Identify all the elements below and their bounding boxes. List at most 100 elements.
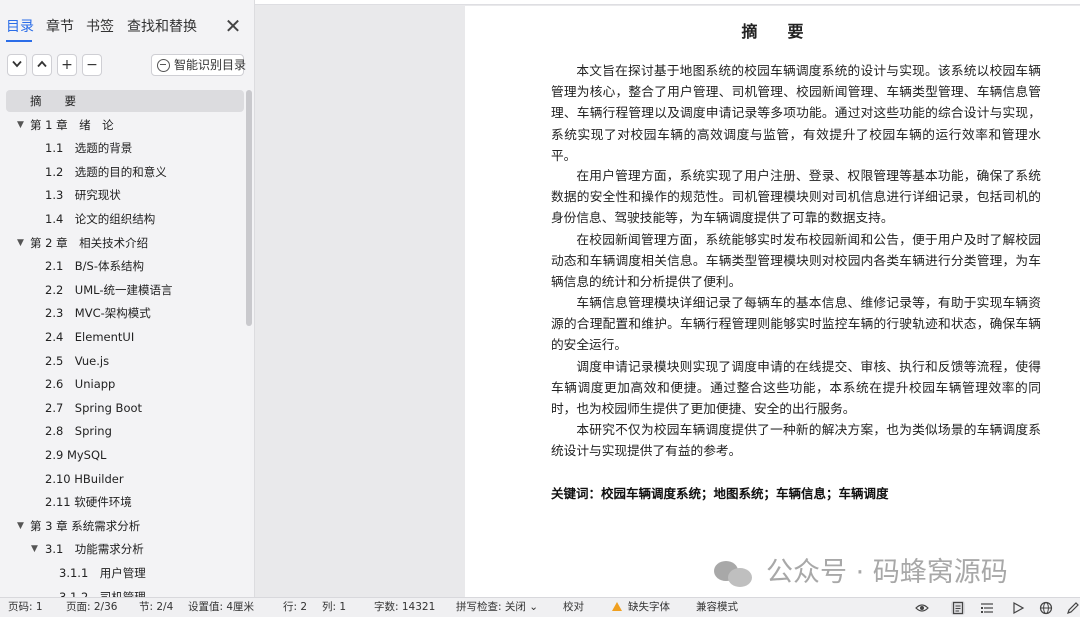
toc-item[interactable]: ▼ 第 1 章 绪 论: [0, 114, 245, 136]
status-word-count[interactable]: 字数: 14321: [374, 598, 435, 617]
status-missing-font[interactable]: 缺失字体: [612, 598, 670, 617]
toc-item-label: 1.3 研究现状: [45, 188, 121, 203]
chevron-down-icon: ⌄: [529, 601, 539, 613]
toc-item-label: 2.10 HBuilder: [45, 471, 124, 486]
toc-item-label: 摘 要: [30, 94, 76, 108]
toc-item[interactable]: 3.1.2 司机管理: [0, 586, 245, 597]
toc-item[interactable]: ▼ 3.1 功能需求分析: [0, 538, 245, 560]
toc-item-label: 3.1.1 用户管理: [59, 566, 146, 580]
nav-tabs: 目录 章节 书签 查找和替换: [0, 14, 254, 42]
toc-item[interactable]: 3.1.1 用户管理: [0, 562, 245, 584]
toc-item-label: 2.7 Spring Boot: [45, 400, 143, 415]
toc-item[interactable]: 2.6 Uniapp: [0, 373, 245, 395]
toc-item[interactable]: ▼ 第 2 章 相关技术介绍: [0, 232, 245, 254]
abstract-paragraph-3: 在校园新闻管理方面，系统能够实时发布校园新闻和公告，便于用户及时了解校园动态和车…: [551, 232, 1041, 290]
toc-item-label: 2.4 ElementUI: [45, 330, 135, 344]
toc-item[interactable]: 2.5 Vue.js: [0, 350, 245, 372]
toc-item-label: 2.3 MVC-架构模式: [45, 306, 151, 321]
close-pane-icon[interactable]: ✕: [222, 13, 244, 39]
toc-item-label: 2.1 B/S-体系结构: [45, 259, 145, 274]
toc-item[interactable]: 2.11 软硬件环境: [0, 491, 245, 513]
tab-bookmarks[interactable]: 书签: [86, 14, 114, 40]
toc-item-label: 3.1.2 司机管理: [59, 589, 146, 597]
toc-item-label: 1.2 选题的目的和意义: [45, 164, 167, 179]
toc-item[interactable]: 摘 要: [6, 90, 244, 112]
expand-all-button[interactable]: [7, 54, 27, 76]
toc-item[interactable]: 1.4 论文的组织结构: [0, 208, 245, 230]
play-icon[interactable]: [1011, 601, 1025, 615]
status-bar: 页码: 1 页面: 2/36 节: 2/4 设置值: 4厘米 行: 2 列: 1…: [0, 597, 1080, 617]
outline-view-icon[interactable]: [980, 601, 994, 615]
toc-item-label: 2.2 UML-统一建模语言: [45, 282, 173, 297]
globe-icon[interactable]: [1039, 601, 1053, 615]
abstract-paragraph-4: 车辆信息管理模块详细记录了每辆车的基本信息、维修记录等，有助于实现车辆资源的合理…: [551, 295, 1041, 353]
toc-toolbar: + − 智能识别目录: [0, 54, 254, 78]
status-compat-mode: 兼容模式: [696, 601, 738, 613]
status-col: 列: 1: [322, 601, 347, 613]
toc-item[interactable]: 2.3 MVC-架构模式: [0, 302, 245, 324]
toc-item-label: 2.5 Vue.js: [45, 353, 110, 368]
smart-toc-label: 智能识别目录: [174, 58, 247, 72]
page-view-icon[interactable]: [951, 601, 965, 615]
pen-icon[interactable]: [1066, 601, 1080, 615]
add-heading-button[interactable]: +: [57, 54, 77, 76]
wechat-icon: [714, 559, 754, 587]
chevron-down-icon: [12, 60, 22, 68]
toc-item-label: 2.6 Uniapp: [45, 377, 116, 392]
status-proofread[interactable]: 校对: [563, 598, 584, 617]
toc-item[interactable]: 2.10 HBuilder: [0, 468, 245, 490]
toc-item[interactable]: ▼ 第 3 章 系统需求分析: [0, 515, 245, 537]
expand-arrow-icon[interactable]: ▼: [17, 114, 24, 136]
remove-heading-button[interactable]: −: [82, 54, 102, 76]
status-row: 行: 2: [283, 601, 308, 613]
toc-scrollbar[interactable]: [246, 90, 252, 326]
document-page[interactable]: 摘要 本文旨在探讨基于地图系统的校园车辆调度系统的设计与实现。该系统以校园车辆管…: [465, 6, 1080, 597]
toc-tree: 摘 要 ▼ 第 1 章 绪 论 1.1 选题的背景 1.2 选题的目的和意义 1.3 研究…: [0, 90, 254, 597]
toc-item-label: 第 3 章 系统需求分析: [30, 518, 141, 533]
toc-item-label: 2.9 MySQL: [45, 448, 107, 462]
toc-item[interactable]: 1.2 选题的目的和意义: [0, 161, 245, 183]
toc-item-label: 3.1 功能需求分析: [45, 542, 144, 557]
active-tab-indicator: [6, 40, 32, 42]
abstract-paragraph-2: 在用户管理方面，系统实现了用户注册、登录、权限管理等基本功能，确保了系统数据的安…: [551, 168, 1041, 226]
toc-item-label: 1.4 论文的组织结构: [45, 212, 156, 226]
abstract-paragraph-6: 本研究不仅为校园车辆调度提供了一种新的解决方案，也为类似场景的车辆调度系统设计与…: [551, 422, 1041, 459]
missing-font-label: 缺失字体: [628, 601, 670, 613]
expand-arrow-icon[interactable]: ▼: [17, 515, 24, 537]
abstract-title: 摘要: [741, 22, 834, 41]
abstract-paragraph-5: 调度申请记录模块则实现了调度申请的在线提交、审核、执行和反馈等流程，使得车辆调度…: [551, 359, 1041, 417]
tab-toc[interactable]: 目录: [6, 14, 34, 40]
toc-item[interactable]: 2.2 UML-统一建模语言: [0, 279, 245, 301]
warning-icon: [612, 602, 622, 611]
collapse-all-button[interactable]: [32, 54, 52, 76]
eye-icon[interactable]: [915, 601, 929, 615]
toc-item[interactable]: 2.8 Spring: [0, 420, 245, 442]
toc-item-label: 第 2 章 相关技术介绍: [30, 235, 149, 250]
toc-item[interactable]: 2.4 ElementUI: [0, 326, 245, 348]
toc-item[interactable]: 1.3 研究现状: [0, 184, 245, 206]
expand-arrow-icon[interactable]: ▼: [17, 232, 24, 254]
keywords-line: 关键词：校园车辆调度系统；地图系统；车辆信息；车辆调度: [551, 486, 889, 501]
status-spell-check[interactable]: 拼写检查: 关闭 ⌄: [456, 598, 538, 617]
spell-check-label: 拼写检查: 关闭: [456, 601, 526, 613]
tab-chapters[interactable]: 章节: [46, 14, 74, 40]
toc-item[interactable]: 2.1 B/S-体系结构: [0, 255, 245, 277]
toc-item-label: 2.11 软硬件环境: [45, 495, 132, 510]
status-section: 节: 2/4: [139, 601, 174, 613]
smart-recognize-icon: [157, 59, 170, 72]
status-page-code: 页码: 1: [8, 601, 43, 613]
toc-item[interactable]: 2.9 MySQL: [0, 444, 245, 466]
abstract-paragraph-1: 本文旨在探讨基于地图系统的校园车辆调度系统的设计与实现。该系统以校园车辆管理为核…: [551, 63, 1041, 163]
toc-item-label: 2.8 Spring: [45, 424, 112, 439]
toc-item-label: 1.1 选题的背景: [45, 141, 133, 156]
smart-toc-button[interactable]: 智能识别目录: [151, 54, 247, 76]
expand-arrow-icon[interactable]: ▼: [31, 538, 38, 560]
watermark-text: 公众号 · 码蜂窝源码: [766, 557, 1008, 588]
toc-item[interactable]: 1.1 选题的背景: [0, 137, 245, 159]
toc-item[interactable]: 2.7 Spring Boot: [0, 397, 245, 419]
tab-find-replace[interactable]: 查找和替换: [127, 14, 197, 40]
navigation-pane: 目录 章节 书签 查找和替换 ✕ + − 智能识别目录 摘 要 ▼ 第 1 章 绪 …: [0, 0, 255, 597]
status-setting[interactable]: 设置值: 4厘米: [188, 598, 254, 617]
status-page[interactable]: 页面: 2/36: [66, 598, 117, 617]
toc-item-label: 第 1 章 绪 论: [30, 117, 114, 132]
